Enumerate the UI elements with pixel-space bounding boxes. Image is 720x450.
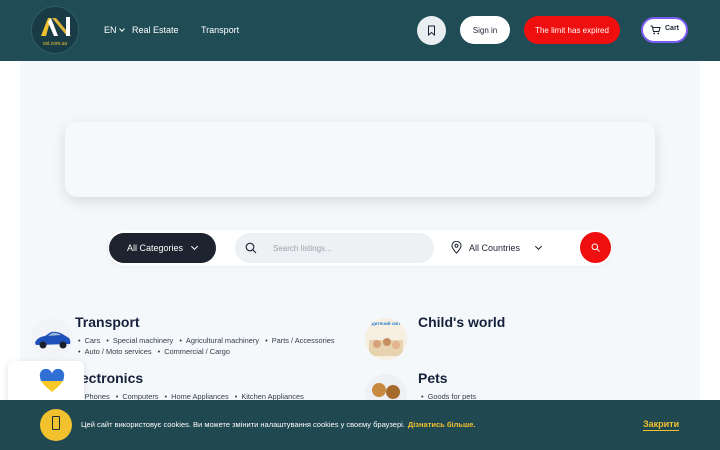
nav-real-estate[interactable]: Real Estate	[132, 25, 179, 35]
search-field[interactable]	[235, 233, 434, 263]
subcategory-list: Auto / Moto services Commercial / Cargo	[78, 347, 234, 356]
subcategory-link[interactable]: Agricultural machinery	[179, 336, 259, 345]
nav-transport[interactable]: Transport	[201, 25, 239, 35]
learn-more-link[interactable]: Дізнатись більше.	[408, 420, 476, 429]
category-title[interactable]: Transport	[75, 314, 140, 330]
cookie-info-icon	[40, 409, 72, 441]
subcategory-link[interactable]: Parts / Accessories	[265, 336, 335, 345]
language-label: EN	[104, 25, 117, 35]
cart-button[interactable]: Cart	[641, 17, 688, 43]
chevron-down-icon	[118, 26, 125, 32]
favorites-button[interactable]	[417, 16, 446, 45]
banner-placeholder	[65, 122, 655, 197]
ukraine-support-tab[interactable]	[8, 361, 84, 405]
sign-in-button[interactable]: Sign in	[460, 16, 510, 44]
search-input[interactable]	[273, 240, 423, 256]
cart-label: Cart	[665, 25, 680, 32]
search-icon	[245, 242, 257, 254]
logo-text: oxl.com.ua	[42, 41, 68, 47]
kids-image-text: Дитячий світ	[371, 321, 401, 326]
subcategory-link[interactable]: Commercial / Cargo	[158, 347, 230, 356]
search-icon	[591, 243, 600, 252]
category-title[interactable]: lectronics	[77, 370, 143, 386]
bookmark-icon	[428, 25, 435, 36]
limit-expired-button[interactable]: The limit has expired	[524, 16, 620, 44]
childs-world-category-image[interactable]: Дитячий світ	[365, 318, 407, 360]
car-icon	[35, 331, 71, 349]
subcategory-link[interactable]: Cars	[78, 336, 101, 345]
categories-label: All Categories	[127, 243, 184, 253]
subcategory-list: Cars Special machinery Agricultural mach…	[78, 336, 339, 345]
transport-category-image[interactable]	[31, 318, 73, 360]
country-label: All Countries	[469, 243, 521, 253]
close-cookie-button[interactable]: Закрити	[643, 419, 680, 431]
all-categories-dropdown[interactable]: All Categories	[109, 233, 216, 263]
search-submit-button[interactable]	[580, 232, 611, 263]
cookie-text: Цей сайт використовує cookies. Ви можете…	[81, 420, 405, 429]
cart-icon	[650, 25, 661, 35]
site-logo[interactable]: oxl.com.ua	[31, 6, 79, 54]
ukraine-heart-icon	[39, 369, 65, 393]
chevron-down-icon	[190, 242, 199, 251]
site-header: oxl.com.ua EN Real Estate Transport Sign…	[0, 0, 720, 61]
category-title[interactable]: Pets	[418, 370, 448, 386]
category-title[interactable]: Child's world	[418, 314, 505, 330]
subcategory-link[interactable]: Special machinery	[106, 336, 173, 345]
subcategory-link[interactable]: Auto / Moto services	[78, 347, 152, 356]
language-selector[interactable]: EN	[104, 25, 125, 35]
logo-mark-icon	[41, 17, 71, 36]
location-pin-icon	[451, 241, 462, 254]
cookie-message: Цей сайт використовує cookies. Ви можете…	[81, 420, 475, 429]
